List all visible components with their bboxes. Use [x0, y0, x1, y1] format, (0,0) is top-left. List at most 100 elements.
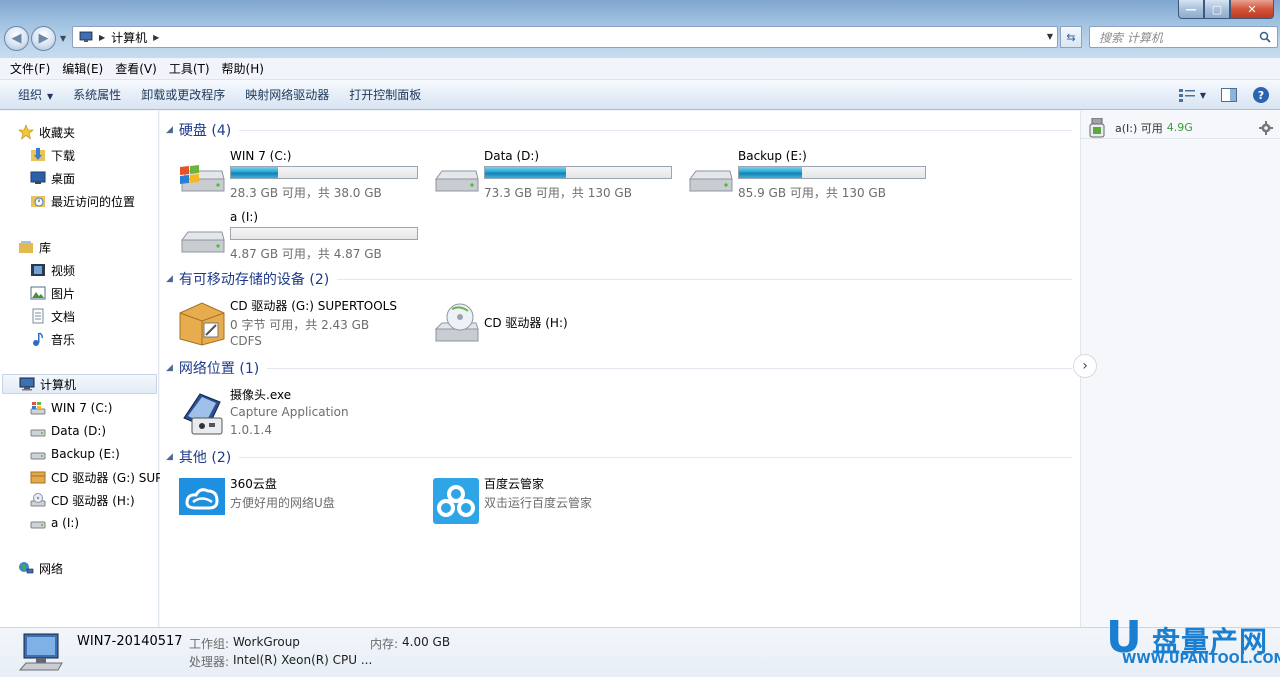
recent-pages-dropdown[interactable]: ▼: [60, 34, 66, 43]
camera-app-description: Capture Application: [230, 405, 349, 419]
group-header-other[interactable]: ◢ 其他 (2): [166, 447, 1072, 467]
forward-button[interactable]: ▶: [31, 26, 56, 51]
drive-e-tile[interactable]: Backup (E:) 85.9 GB 可用，共 130 GB: [686, 149, 926, 203]
address-bar[interactable]: ▶ 计算机 ▶ ▼: [72, 26, 1058, 48]
group-divider: [267, 367, 1072, 369]
nav-favorites[interactable]: 收藏夹: [18, 122, 175, 142]
drive-i-tile[interactable]: a (I:) 4.87 GB 可用，共 4.87 GB: [178, 210, 418, 264]
preview-pane-button[interactable]: [1220, 86, 1238, 104]
maximize-button[interactable]: ▢: [1204, 0, 1230, 19]
nav-music-label: 音乐: [51, 332, 76, 347]
drive-d-free-space: 73.3 GB 可用，共 130 GB: [484, 186, 632, 200]
hard-drive-icon: [30, 452, 46, 460]
nav-network[interactable]: 网络: [18, 558, 175, 578]
search-input[interactable]: 搜索 计算机: [1089, 26, 1278, 48]
drive-h-name: CD 驱动器 (H:): [484, 316, 568, 330]
view-dropdown-icon[interactable]: ▼: [1200, 91, 1206, 100]
desktop-icon: [30, 171, 46, 184]
change-view-button[interactable]: [1178, 86, 1196, 104]
drive-c-free-space: 28.3 GB 可用，共 38.0 GB: [230, 186, 382, 200]
memory-label: 内存:: [370, 637, 399, 651]
details-pane: WIN7-20140517 工作组: WorkGroup 内存: 4.00 GB…: [0, 627, 1280, 677]
memory-value: 4.00 GB: [402, 635, 451, 649]
view-options-icon: [1178, 89, 1195, 102]
breadcrumb-arrow-icon[interactable]: ▶: [153, 33, 159, 42]
search-placeholder: 搜索 计算机: [1099, 30, 1163, 45]
group-header-hard-drives[interactable]: ◢ 硬盘 (4): [166, 120, 1072, 140]
group-title: 有可移动存储的设备 (2): [178, 272, 330, 288]
drive-c-name: WIN 7 (C:): [230, 149, 292, 163]
expand-pane-button[interactable]: ›: [1073, 354, 1097, 378]
nav-drive-c-label: WIN 7 (C:): [51, 401, 113, 415]
star-icon: [18, 124, 34, 140]
nav-drive-i-label: a (I:): [51, 516, 80, 530]
group-title: 网络位置 (1): [178, 361, 260, 377]
organize-button[interactable]: 组织 ▼: [8, 86, 63, 103]
uninstall-program-button[interactable]: 卸载或更改程序: [131, 86, 235, 103]
back-button[interactable]: ◀: [4, 26, 29, 51]
map-network-drive-button[interactable]: 映射网络驱动器: [235, 86, 339, 103]
nav-favorites-label: 收藏夹: [39, 125, 76, 140]
windows-drive-icon: [180, 165, 225, 192]
menu-tools[interactable]: 工具(T): [163, 60, 216, 77]
nav-computer[interactable]: 计算机: [2, 374, 157, 394]
camera-app-tile[interactable]: 摄像头.exe Capture Application 1.0.1.4: [178, 386, 418, 440]
minimize-button[interactable]: —: [1178, 0, 1204, 19]
address-dropdown-icon[interactable]: ▼: [1047, 32, 1053, 41]
help-icon: ?: [1253, 87, 1269, 103]
system-properties-button[interactable]: 系统属性: [63, 86, 131, 103]
collapse-triangle-icon[interactable]: ◢: [166, 452, 173, 462]
open-control-panel-button[interactable]: 打开控制面板: [339, 86, 431, 103]
menu-edit[interactable]: 编辑(E): [56, 60, 109, 77]
help-button[interactable]: ?: [1252, 86, 1270, 104]
baidu-cloud-name: 百度云管家: [484, 477, 545, 491]
group-divider: [239, 456, 1072, 458]
hard-drive-icon: [435, 170, 479, 192]
cd-drive-icon: [30, 493, 46, 507]
drive-d-tile[interactable]: Data (D:) 73.3 GB 可用，共 130 GB: [432, 149, 672, 203]
computer-icon: [79, 31, 93, 42]
breadcrumb-computer[interactable]: 计算机: [111, 29, 147, 46]
menu-help[interactable]: 帮助(H): [216, 60, 270, 77]
drive-space-gadget[interactable]: a(I:) 可用 4.9G: [1081, 117, 1280, 139]
usb-drive-icon: [181, 231, 225, 253]
menu-file[interactable]: 文件(F): [4, 60, 56, 77]
drive-g-free-space: 0 字节 可用，共 2.43 GB: [230, 318, 370, 332]
collapse-triangle-icon[interactable]: ◢: [166, 125, 173, 135]
usb-drive-icon: [30, 521, 46, 529]
title-bar: — ▢ ✕ ◀ ▶ ▼ ▶ 计算机 ▶ ▼ ⇆ 搜索 计算机: [0, 0, 1280, 58]
drive-e-usage-bar: [738, 166, 926, 179]
pictures-icon: [30, 286, 46, 300]
nav-downloads-label: 下载: [51, 148, 76, 163]
package-drive-icon: [179, 302, 225, 346]
drive-i-name: a (I:): [230, 210, 259, 224]
nav-desktop-label: 桌面: [51, 171, 76, 186]
recent-places-icon: [31, 196, 45, 207]
gadget-pane: a(I:) 可用 4.9G ›: [1073, 111, 1280, 627]
nav-documents-label: 文档: [51, 309, 76, 324]
nav-recent-places-label: 最近访问的位置: [51, 194, 136, 209]
drive-g-tile[interactable]: CD 驱动器 (G:) SUPERTOOLS 0 字节 可用，共 2.43 GB…: [178, 297, 428, 351]
camera-app-icon: [183, 393, 223, 435]
drive-c-tile[interactable]: WIN 7 (C:) 28.3 GB 可用，共 38.0 GB: [178, 149, 418, 203]
group-header-network-locations[interactable]: ◢ 网络位置 (1): [166, 358, 1072, 378]
drive-h-tile[interactable]: CD 驱动器 (H:): [432, 297, 672, 351]
yun360-tile[interactable]: 360云盘 方便好用的网络U盘: [178, 475, 418, 529]
search-icon[interactable]: [1259, 31, 1271, 43]
cpu-value: Intel(R) Xeon(R) CPU ...: [233, 653, 373, 667]
collapse-triangle-icon[interactable]: ◢: [166, 274, 173, 284]
group-header-removable[interactable]: ◢ 有可移动存储的设备 (2): [166, 269, 1072, 289]
baidu-cloud-tile[interactable]: 百度云管家 双击运行百度云管家: [432, 475, 672, 529]
drive-e-name: Backup (E:): [738, 149, 807, 163]
preview-pane-icon: [1221, 88, 1237, 102]
cpu-label: 处理器:: [189, 655, 230, 669]
nav-libraries[interactable]: 库: [18, 237, 175, 257]
command-bar: 组织 ▼ 系统属性 卸载或更改程序 映射网络驱动器 打开控制面板 ▼ ?: [0, 80, 1280, 110]
gear-icon[interactable]: [1259, 121, 1273, 135]
close-button[interactable]: ✕: [1230, 0, 1274, 19]
navigation-pane: 收藏夹 下载 桌面 最近访问的位置 库 视频 图片 文档 音乐 计算机 WIN …: [0, 111, 187, 627]
menu-view[interactable]: 查看(V): [109, 60, 163, 77]
collapse-triangle-icon[interactable]: ◢: [166, 363, 173, 373]
refresh-button[interactable]: ⇆: [1060, 26, 1082, 48]
breadcrumb-arrow-icon[interactable]: ▶: [99, 33, 105, 42]
